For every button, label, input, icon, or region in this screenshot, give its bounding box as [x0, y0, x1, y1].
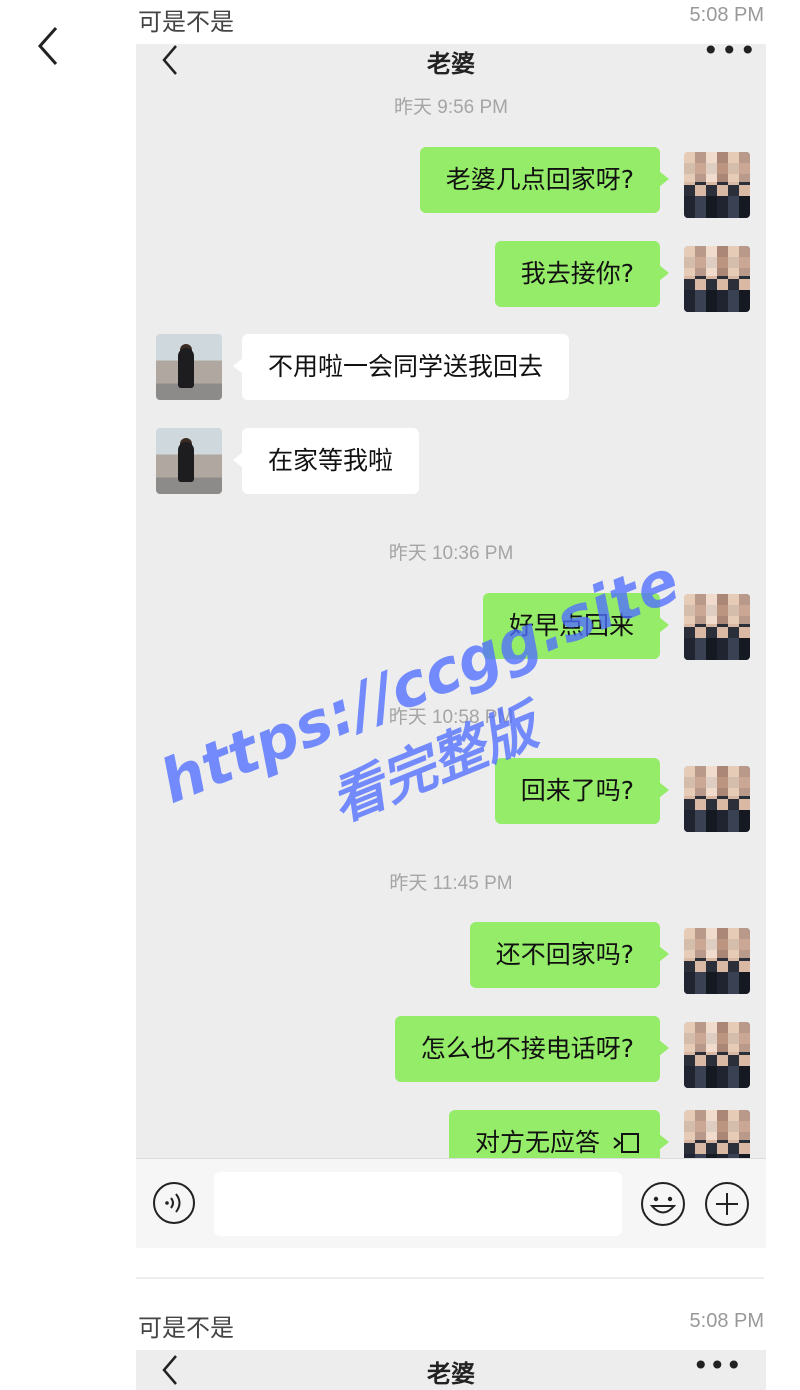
timestamp: 昨天 9:56 PM: [393, 97, 509, 118]
message-bubble-sent[interactable]: 好早点回来: [482, 593, 670, 659]
post-author: 可是不是: [138, 1314, 234, 1342]
chat-nav-bar: 老婆 •••: [136, 44, 766, 86]
timestamp: 昨天 10:58 PM: [388, 707, 514, 728]
timestamp: 昨天 11:45 PM: [389, 873, 513, 894]
post-time: 5:08 PM: [689, 4, 764, 26]
video-call-icon: [613, 1133, 639, 1153]
post-time: 5:08 PM: [689, 1310, 764, 1332]
input-bar: [136, 1158, 766, 1248]
message-bubble-sent[interactable]: 回来了吗?: [494, 758, 670, 824]
message-bubble-sent[interactable]: 还不回家吗?: [469, 922, 670, 988]
my-avatar[interactable]: [684, 1022, 750, 1088]
timestamp: 昨天 10:36 PM: [388, 543, 514, 564]
my-avatar[interactable]: [684, 594, 750, 660]
message-bubble-sent[interactable]: 我去接你?: [494, 241, 670, 307]
chat-screenshot-2: 老婆 •••: [136, 1350, 766, 1390]
chat-title: 老婆: [427, 50, 475, 78]
plus-icon[interactable]: [704, 1181, 750, 1227]
post-divider: [136, 1277, 764, 1279]
post-header: 可是不是 5:08 PM: [138, 1308, 764, 1344]
contact-avatar[interactable]: [156, 428, 222, 494]
message-bubble-received[interactable]: 在家等我啦: [232, 428, 420, 494]
call-status-text: 对方无应答: [474, 1128, 600, 1157]
post-header: 可是不是 5:08 PM: [138, 2, 764, 38]
chat-title: 老婆: [427, 1360, 475, 1388]
message-bubble-sent[interactable]: 老婆几点回家呀?: [419, 147, 670, 213]
my-avatar[interactable]: [684, 928, 750, 994]
message-bubble-received[interactable]: 不用啦一会同学送我回去: [232, 334, 570, 400]
my-avatar[interactable]: [684, 246, 750, 312]
emoji-icon[interactable]: [640, 1181, 686, 1227]
my-avatar[interactable]: [684, 766, 750, 832]
chat-screenshot: 老婆 ••• 昨天 9:56 PM 老婆几点回家呀? 我去接你? 不用啦一会同学…: [136, 44, 766, 1248]
my-avatar[interactable]: [684, 152, 750, 218]
more-icon[interactable]: •••: [692, 1352, 742, 1380]
more-icon[interactable]: •••: [702, 44, 758, 65]
message-input[interactable]: [214, 1172, 622, 1236]
back-arrow-icon[interactable]: [30, 24, 70, 68]
voice-icon[interactable]: [152, 1181, 196, 1225]
post-author: 可是不是: [138, 8, 234, 36]
contact-avatar[interactable]: [156, 334, 222, 400]
message-bubble-sent[interactable]: 怎么也不接电话呀?: [394, 1016, 670, 1082]
